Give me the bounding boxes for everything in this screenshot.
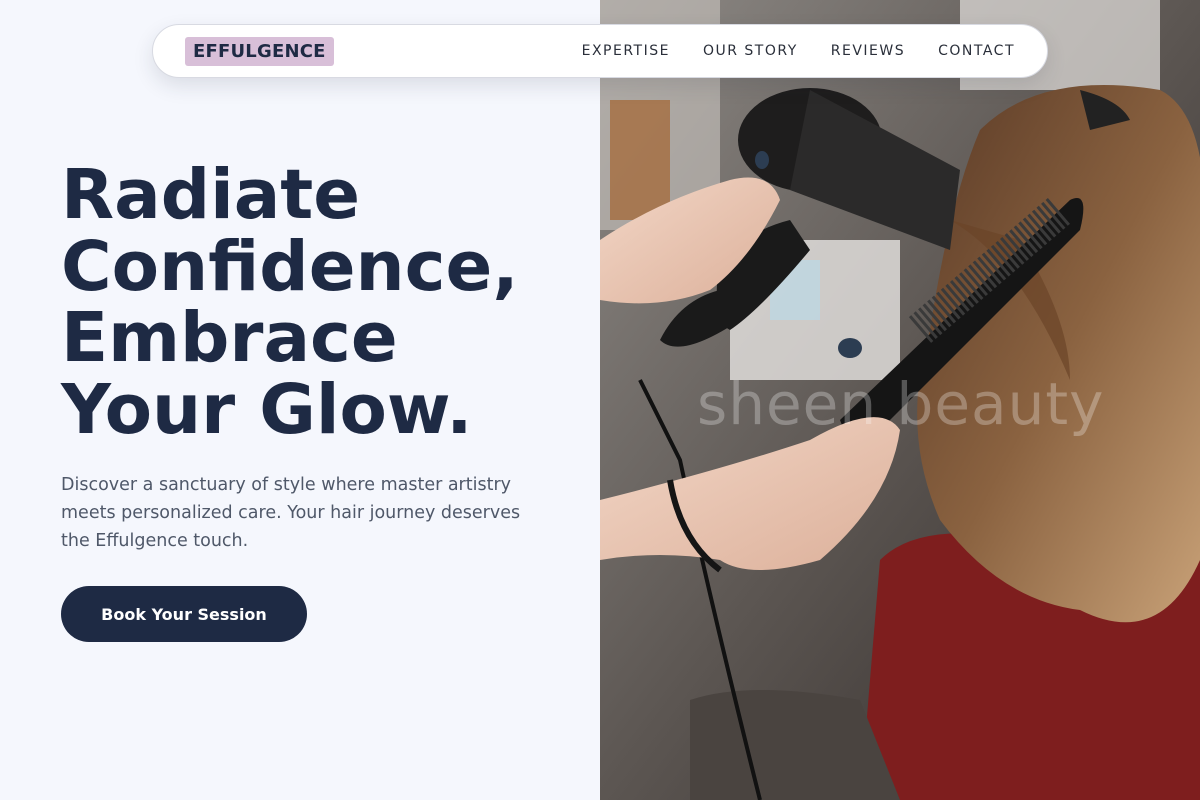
book-session-button[interactable]: Book Your Session	[61, 586, 307, 642]
nav-link-expertise[interactable]: EXPERTISE	[582, 43, 670, 59]
headline-line-2: Confidence,	[61, 226, 519, 307]
photo-watermark: sheen beauty	[697, 370, 1105, 438]
brand-logo[interactable]: EFFULGENCE	[185, 36, 334, 66]
nav-link-contact[interactable]: CONTACT	[938, 43, 1015, 59]
hero-image: sheen beauty	[600, 0, 1200, 800]
headline-line-4: Your Glow.	[61, 369, 473, 450]
hero-description: Discover a sanctuary of style where mast…	[61, 475, 521, 551]
top-navigation-bar: EFFULGENCE EXPERTISE OUR STORY REVIEWS C…	[152, 24, 1048, 78]
headline-line-3: Embrace	[61, 298, 398, 378]
nav-links: EXPERTISE OUR STORY REVIEWS CONTACT	[582, 43, 1015, 59]
nav-link-our-story[interactable]: OUR STORY	[703, 43, 798, 59]
nav-link-reviews[interactable]: REVIEWS	[831, 43, 905, 59]
hero-headline: Radiate Confidence, Embrace Your Glow.	[61, 155, 591, 450]
headline-line-1: Radiate	[61, 155, 361, 235]
